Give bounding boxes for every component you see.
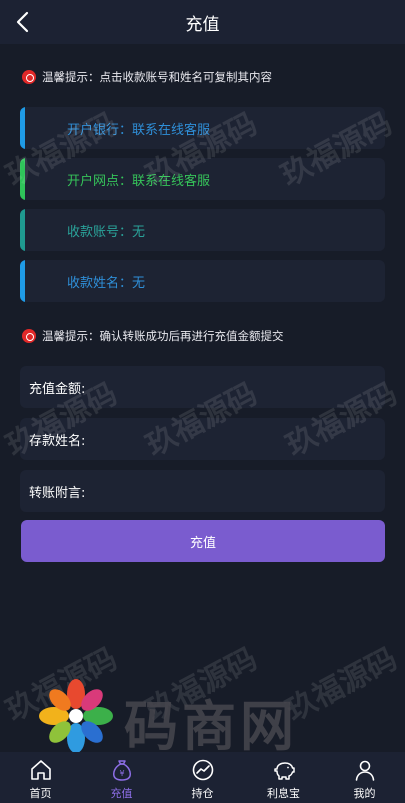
depositor-name-field: 存款姓名: <box>20 418 385 460</box>
bank-branch-row[interactable]: 开户网点：联系在线客服 <box>20 158 385 200</box>
tab-holdings-label: 持仓 <box>191 787 214 800</box>
confirm-hint: 温馨提示：确认转账成功后再进行充值金额提交 <box>22 326 284 346</box>
transfer-note-label: 转账附言: <box>29 485 86 501</box>
tab-holdings[interactable]: 持仓 <box>162 752 243 803</box>
tab-home-label: 首页 <box>29 787 52 800</box>
brand-watermark: 码商网 <box>124 695 298 758</box>
pinwheel-logo-icon <box>39 679 113 753</box>
chevron-left-icon <box>16 11 29 33</box>
watermark: 玖福源码 <box>280 641 403 729</box>
amount-label: 充值金额: <box>29 381 86 397</box>
watermark: 玖福源码 <box>140 641 263 729</box>
tab-home[interactable]: 首页 <box>0 752 81 803</box>
bank-name-row[interactable]: 开户银行：联系在线客服 <box>20 107 385 149</box>
svg-text:¥: ¥ <box>119 769 124 778</box>
tab-recharge[interactable]: ¥ 充值 <box>81 752 162 803</box>
accent-bar <box>20 107 25 149</box>
tab-recharge-label: 充值 <box>110 787 133 800</box>
accent-bar <box>20 158 25 200</box>
copy-hint-text: 温馨提示：点击收款账号和姓名可复制其内容 <box>42 70 272 84</box>
confirm-hint-text: 温馨提示：确认转账成功后再进行充值金额提交 <box>42 329 284 343</box>
alert-icon <box>22 329 36 343</box>
accent-bar <box>20 260 25 302</box>
piggy-bank-icon <box>273 762 295 780</box>
money-bag-icon: ¥ <box>112 760 131 781</box>
accent-bar <box>20 209 25 251</box>
account-number-text: 收款账号：无 <box>67 224 146 240</box>
bottom-tab-bar: 首页 ¥ 充值 持仓 利息宝 我的 <box>0 752 405 803</box>
amount-input[interactable] <box>85 366 385 408</box>
top-bar: 充值 <box>0 0 405 44</box>
tab-mine[interactable]: 我的 <box>324 752 405 803</box>
recharge-submit-button[interactable]: 充值 <box>21 520 385 562</box>
transfer-note-input[interactable] <box>85 470 385 512</box>
bank-branch-text: 开户网点：联系在线客服 <box>67 173 211 189</box>
depositor-name-input[interactable] <box>85 418 385 460</box>
copy-hint: 温馨提示：点击收款账号和姓名可复制其内容 <box>22 67 272 87</box>
bank-name-text: 开户银行：联系在线客服 <box>67 122 211 138</box>
home-icon <box>30 760 51 780</box>
account-number-row[interactable]: 收款账号：无 <box>20 209 385 251</box>
amount-field: 充值金额: <box>20 366 385 408</box>
depositor-name-label: 存款姓名: <box>29 433 86 449</box>
tab-interest[interactable]: 利息宝 <box>243 752 324 803</box>
user-icon <box>355 760 374 781</box>
account-holder-text: 收款姓名：无 <box>67 275 146 291</box>
alert-icon <box>22 70 36 84</box>
tab-interest-label: 利息宝 <box>267 787 300 800</box>
chart-circle-icon <box>192 759 213 781</box>
transfer-note-field: 转账附言: <box>20 470 385 512</box>
page-title: 充值 <box>185 14 220 35</box>
tab-mine-label: 我的 <box>353 787 376 800</box>
account-holder-row[interactable]: 收款姓名：无 <box>20 260 385 302</box>
back-button[interactable] <box>8 8 36 36</box>
